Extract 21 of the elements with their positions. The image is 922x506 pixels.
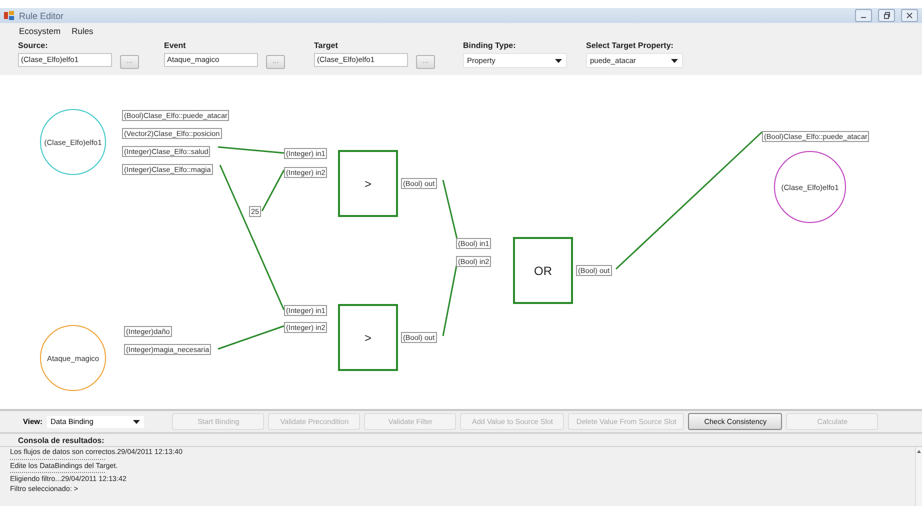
restore-icon[interactable]	[878, 9, 895, 22]
operator-node[interactable]: OR	[513, 237, 573, 304]
menu-item[interactable]: Ecosystem	[19, 26, 61, 37]
dropdown-arrow-icon[interactable]	[555, 58, 562, 62]
connector-line	[218, 146, 284, 154]
app-icon	[4, 11, 14, 20]
operator-node[interactable]: >	[338, 304, 398, 371]
dropdown-arrow-icon[interactable]	[133, 420, 140, 424]
field-label: Source:	[18, 41, 49, 50]
close-icon[interactable]	[901, 9, 918, 22]
field-label: Select Target Property:	[586, 41, 674, 50]
operator-node[interactable]: >	[338, 150, 398, 217]
field-label: Event	[164, 41, 187, 50]
field-label: Binding Type:	[463, 41, 517, 50]
minimize-icon[interactable]	[855, 9, 872, 22]
scroll-up-icon[interactable]	[917, 450, 921, 453]
dropdown-arrow-icon[interactable]	[671, 58, 678, 62]
connector-line	[218, 325, 284, 350]
field-label: Target	[314, 41, 339, 50]
menu-item[interactable]: Rules	[72, 26, 94, 37]
window-title: Rule Editor	[19, 10, 64, 20]
